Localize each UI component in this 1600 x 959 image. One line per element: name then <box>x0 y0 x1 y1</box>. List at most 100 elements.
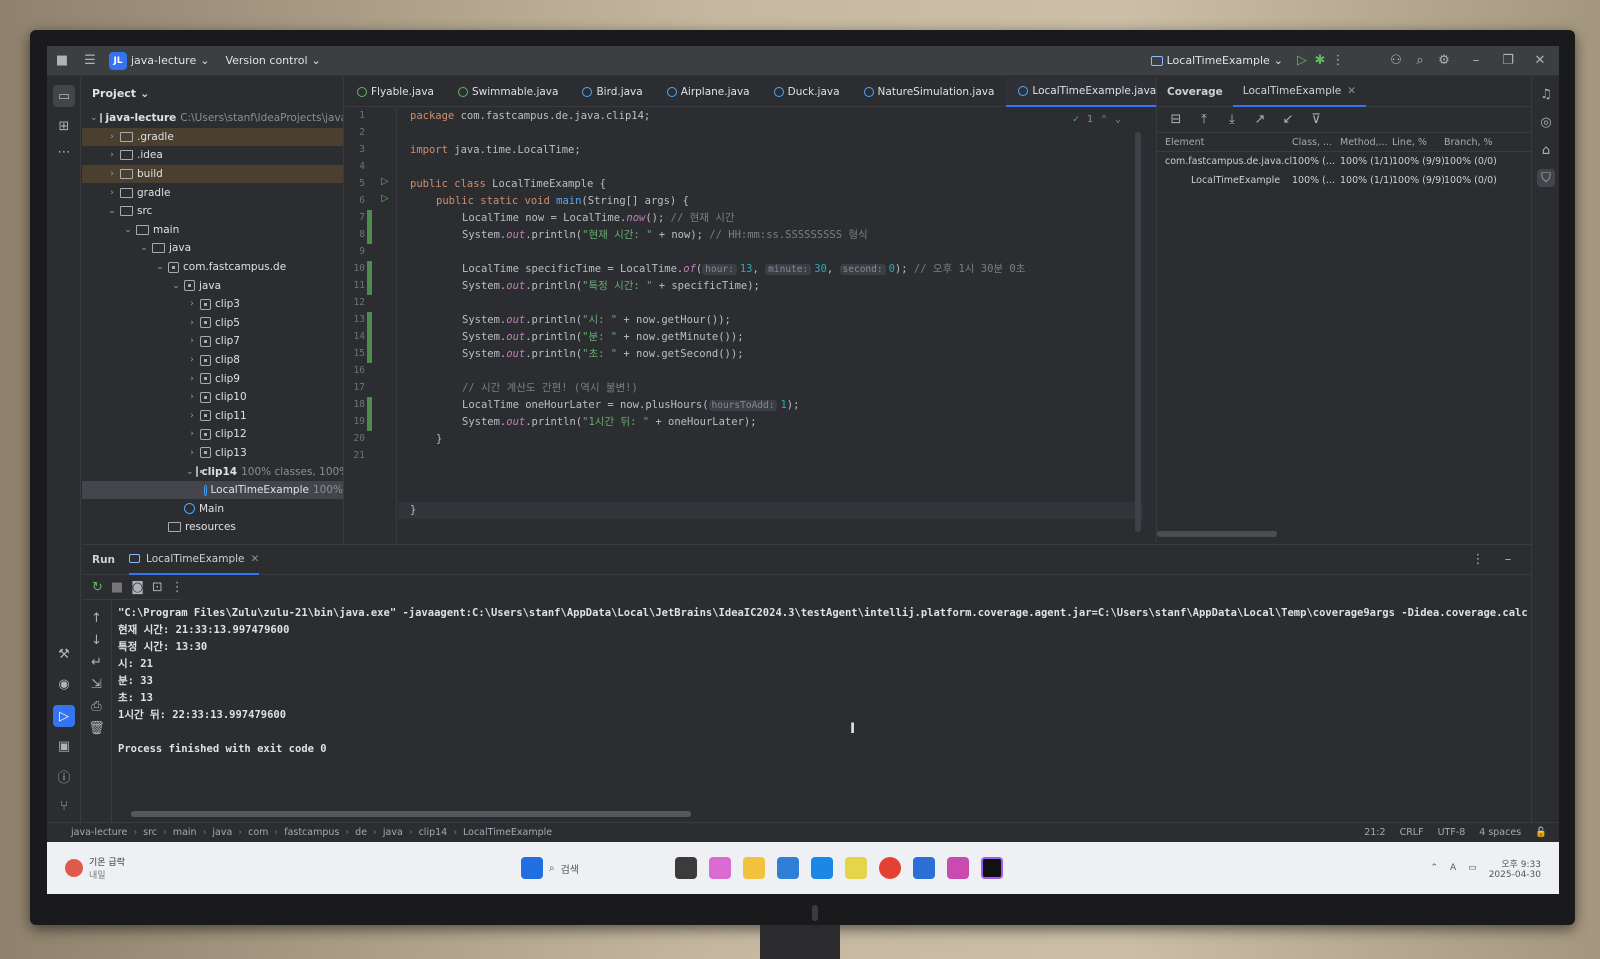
editor-tab-flyable[interactable]: Flyable.java <box>345 77 446 107</box>
tree-item-build[interactable]: › build <box>82 164 343 184</box>
tree-item-resources[interactable]: resources <box>82 518 343 537</box>
windows-start-icon[interactable] <box>520 857 543 879</box>
tree-item--idea[interactable]: › .idea <box>82 146 343 165</box>
more-actions-icon[interactable]: ⋮ <box>1329 52 1347 70</box>
tree-item-clip11[interactable]: › clip11 <box>82 407 343 426</box>
run-icon[interactable]: ▷ <box>1293 52 1311 70</box>
editor-tab-bird[interactable]: Bird.java <box>570 77 654 107</box>
breadcrumb-item[interactable]: java <box>383 827 403 838</box>
copilot-icon[interactable] <box>708 857 731 879</box>
tree-item-gradle[interactable]: › gradle <box>82 183 343 202</box>
tree-item-localtimeexample[interactable]: LocalTimeExample 100% <box>82 480 343 500</box>
outlook-icon[interactable] <box>810 857 833 879</box>
tree-item-clip9[interactable]: › clip9 <box>82 369 343 388</box>
breadcrumb-item[interactable]: fastcampus <box>284 827 339 838</box>
tree-item--gradle[interactable]: › .gradle <box>82 127 343 147</box>
restore-icon[interactable]: ❐ <box>1499 52 1517 70</box>
build-icon[interactable]: ⚒ <box>55 645 73 663</box>
debug-icon[interactable]: ✱ <box>1311 52 1329 70</box>
tree-root[interactable]: ⌄ java-lecture C:\Users\stanf\IdeaProjec… <box>82 109 343 128</box>
chevron-up-icon[interactable]: ⌃ <box>1430 863 1438 873</box>
problems-icon[interactable]: ⓘ <box>55 767 73 786</box>
app-logo-icon[interactable]: ■ <box>53 52 71 70</box>
tree-item-clip14[interactable]: ⌄ clip14100% classes, 100% li <box>82 462 343 481</box>
console-output[interactable]: "C:\Program Files\Zulu\zulu-21\bin\java.… <box>118 605 1528 815</box>
coverage-header-cell[interactable]: Class, ... <box>1292 137 1340 148</box>
task-view-icon[interactable] <box>674 857 697 879</box>
soft-wrap-icon[interactable]: ↵ <box>88 653 106 671</box>
minimize-icon[interactable]: – <box>1467 52 1485 70</box>
close-icon[interactable]: ✕ <box>1531 52 1549 70</box>
screenshot-icon[interactable]: ◙ <box>131 579 144 597</box>
coverage-header-cell[interactable]: Line, % <box>1392 137 1444 148</box>
editor-tab-swimmable[interactable]: Swimmable.java <box>446 77 570 107</box>
restore-layout-icon[interactable]: ⊡ <box>152 579 163 597</box>
more-icon[interactable]: ⋮ <box>171 579 184 597</box>
hide-panel-icon[interactable]: – <box>1499 551 1517 569</box>
services-icon[interactable]: ◉ <box>55 675 73 693</box>
stop-icon[interactable]: ■ <box>111 579 123 597</box>
expand-icon[interactable]: ⤓ <box>1223 111 1241 129</box>
coverage-header-cell[interactable]: Branch, % <box>1444 137 1500 148</box>
terminal-icon[interactable]: ▣ <box>55 737 73 755</box>
project-tool-button[interactable]: ▭ <box>53 85 75 107</box>
git-icon[interactable]: ⑂ <box>55 797 73 815</box>
flatten-packages-icon[interactable]: ⊟ <box>1167 111 1185 129</box>
editor-tab-duck[interactable]: Duck.java <box>762 77 852 107</box>
tree-item-clip5[interactable]: › clip5 <box>82 314 343 333</box>
lock-icon[interactable]: 🔓 <box>1535 827 1547 838</box>
breadcrumb-item[interactable]: clip14 <box>419 827 448 838</box>
ime-icon[interactable]: A <box>1450 863 1456 873</box>
file-explorer-icon[interactable] <box>742 857 765 879</box>
tree-item-clip7[interactable]: › clip7 <box>82 332 343 351</box>
weather-widget[interactable]: 기온 급락 내일 <box>65 855 125 881</box>
tree-item-main[interactable]: ⌄ main <box>82 221 343 240</box>
breadcrumb-item[interactable]: java-lecture <box>71 827 127 838</box>
run-gutter-icon[interactable]: ▷ <box>381 193 389 204</box>
editor-tab-airplane[interactable]: Airplane.java <box>655 77 762 107</box>
run-config-selector[interactable]: LocalTimeExample ⌄ <box>1150 54 1283 67</box>
intellij-icon[interactable] <box>980 857 1003 879</box>
tree-item-clip10[interactable]: › clip10 <box>82 388 343 407</box>
project-panel-header[interactable]: Project ⌄ <box>82 77 343 109</box>
add-user-icon[interactable]: ⚇ <box>1387 52 1405 70</box>
sticky-notes-icon[interactable] <box>844 857 867 879</box>
import-icon[interactable]: ↙ <box>1279 111 1297 129</box>
search-icon[interactable]: ⌕ <box>1411 52 1429 70</box>
snipping-tool-icon[interactable] <box>946 857 969 879</box>
settings-icon[interactable]: ⚙ <box>1435 52 1453 70</box>
store-icon[interactable] <box>776 857 799 879</box>
notifications-icon[interactable]: ♫ <box>1537 85 1555 103</box>
filter-icon[interactable]: ⊽ <box>1307 111 1325 129</box>
database-icon[interactable]: ⌂ <box>1537 141 1555 159</box>
run-tool-icon[interactable]: ▷ <box>53 705 75 727</box>
trash-icon[interactable]: 🗑 <box>88 719 106 737</box>
export-icon[interactable]: ↗ <box>1251 111 1269 129</box>
editor-scrollbar[interactable] <box>1135 132 1141 532</box>
indent-setting[interactable]: 4 spaces <box>1479 827 1521 838</box>
coverage-scrollbar[interactable] <box>1157 531 1277 537</box>
breadcrumb-item[interactable]: src <box>143 827 157 838</box>
breadcrumb-item[interactable]: LocalTimeExample <box>463 827 552 838</box>
coverage-row[interactable]: com.fastcampus.de.java.cl 100% (... 100% (… <box>1157 152 1559 171</box>
clock[interactable]: 오후 9:33 2025-04-30 <box>1489 857 1541 880</box>
tree-item-clip3[interactable]: › clip3 <box>82 295 343 314</box>
more-options-icon[interactable]: ⋮ <box>1469 551 1487 569</box>
arrow-down-icon[interactable]: ↓ <box>88 631 106 649</box>
ai-assistant-icon[interactable]: ◎ <box>1537 113 1555 131</box>
cursor-position[interactable]: 21:2 <box>1364 827 1385 838</box>
tree-item-java[interactable]: ⌄ java <box>82 239 343 258</box>
editor-tab-naturesimulation[interactable]: NatureSimulation.java <box>852 77 1007 107</box>
coverage-header-cell[interactable]: Element <box>1157 137 1292 148</box>
run-tab[interactable]: LocalTimeExample ✕ <box>129 545 260 575</box>
project-switcher[interactable]: JL java-lecture ⌄ <box>109 51 209 70</box>
print-icon[interactable]: ⎙ <box>88 697 106 715</box>
coverage-tool-icon[interactable]: ⛉ <box>1537 169 1555 187</box>
chrome-icon[interactable] <box>878 857 901 879</box>
more-tools-icon[interactable]: ⋯ <box>55 143 73 161</box>
close-icon[interactable]: ✕ <box>251 553 260 565</box>
taskbar-search[interactable]: ⌕ 검색 <box>549 861 669 876</box>
arrow-up-icon[interactable]: ↑ <box>88 609 106 627</box>
coverage-row[interactable]: LocalTimeExample 100% (... 100% (1/1) 100% … <box>1157 171 1559 190</box>
breadcrumb-item[interactable]: java <box>212 827 232 838</box>
